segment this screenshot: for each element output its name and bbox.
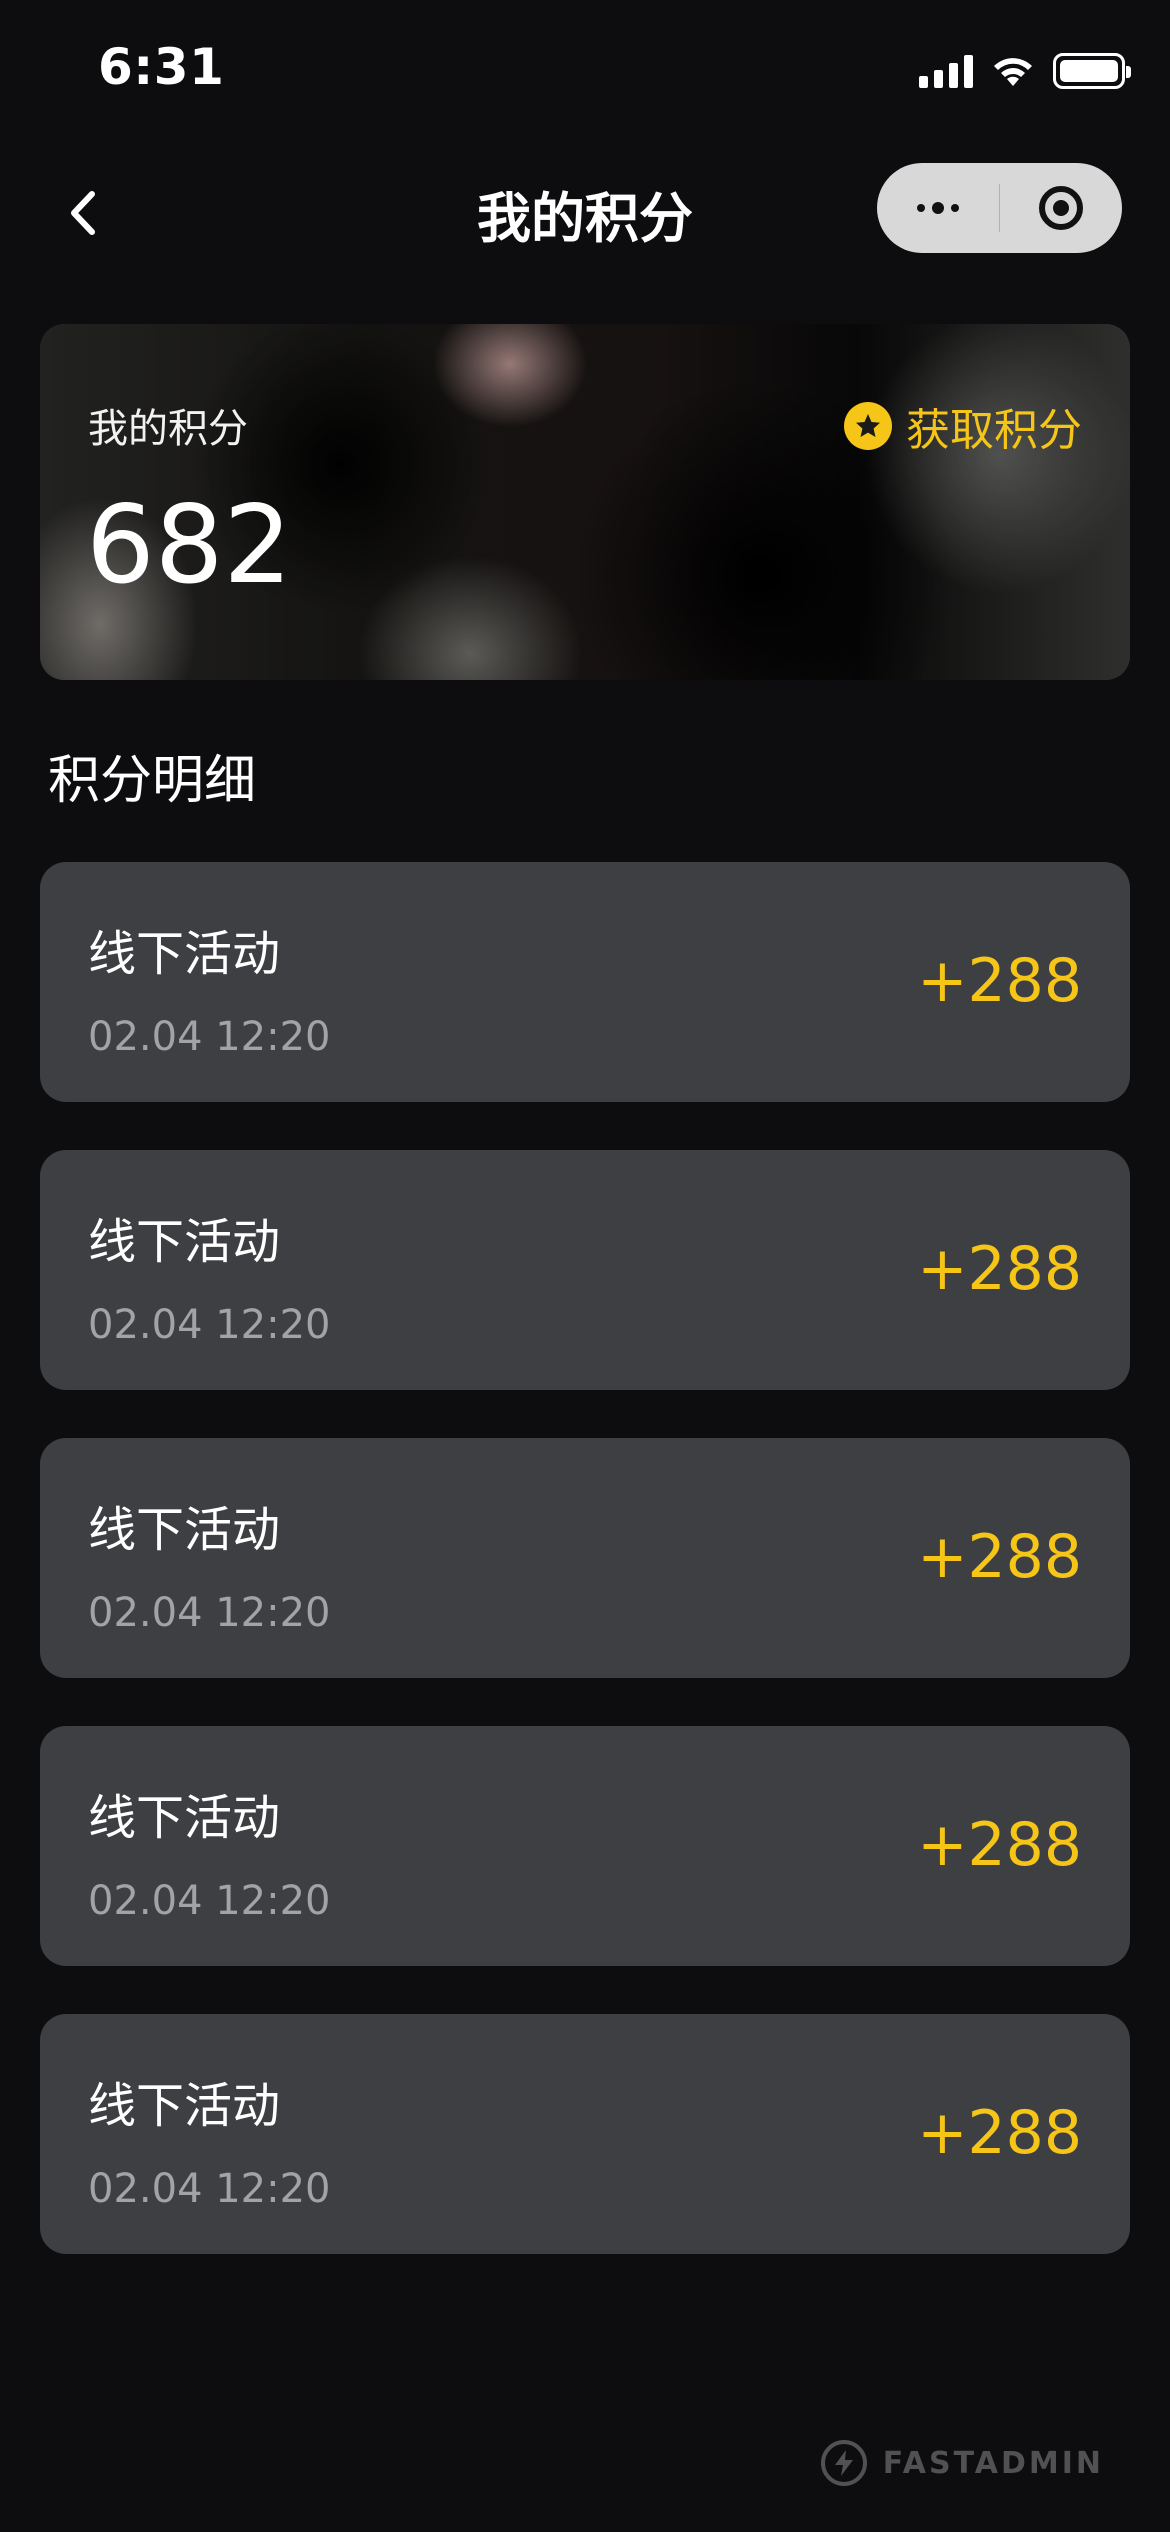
points-balance: 682: [86, 483, 293, 608]
record-points: +288: [917, 2098, 1082, 2168]
record-points: +288: [917, 1810, 1082, 1880]
mini-program-capsule: [877, 163, 1122, 253]
wifi-icon: [994, 58, 1032, 86]
list-item[interactable]: 线下活动 02.04 12:20 +288: [40, 2014, 1130, 2254]
record-title: 线下活动: [88, 1502, 281, 1558]
battery-icon: [1053, 53, 1131, 89]
record-time: 02.04 12:20: [88, 2166, 331, 2212]
status-icons: [919, 48, 1131, 94]
record-title: 线下活动: [88, 1790, 281, 1846]
record-title: 线下活动: [88, 2078, 281, 2134]
list-item[interactable]: 线下活动 02.04 12:20 +288: [40, 1726, 1130, 1966]
record-time: 02.04 12:20: [88, 1014, 331, 1060]
list-item[interactable]: 线下活动 02.04 12:20 +288: [40, 862, 1130, 1102]
record-points: +288: [917, 946, 1082, 1016]
list-item[interactable]: 线下活动 02.04 12:20 +288: [40, 1438, 1130, 1678]
record-title: 线下活动: [88, 926, 281, 982]
star-badge-icon: [844, 402, 892, 450]
more-dots-icon: [916, 202, 959, 214]
cellular-signal-icon: [919, 54, 973, 88]
record-time: 02.04 12:20: [88, 1878, 331, 1924]
record-time: 02.04 12:20: [88, 1302, 331, 1348]
points-screen: 6:31 我的积分 我的积分 682 获取积分 积分明细 线下活动 02.04 …: [0, 0, 1170, 2532]
status-bar: 6:31: [0, 0, 1170, 140]
points-detail-heading: 积分明细: [48, 751, 257, 811]
points-record-list: 线下活动 02.04 12:20 +288 线下活动 02.04 12:20 +…: [40, 862, 1130, 2302]
watermark-text: FASTADMIN: [882, 2445, 1104, 2481]
watermark: FASTADMIN: [820, 2440, 1104, 2486]
record-points: +288: [917, 1234, 1082, 1304]
points-label: 我的积分: [88, 406, 248, 452]
record-time: 02.04 12:20: [88, 1590, 331, 1636]
record-title: 线下活动: [88, 1214, 281, 1270]
earn-points-link[interactable]: 获取积分: [844, 394, 1082, 458]
earn-points-label: 获取积分: [906, 405, 1082, 456]
list-item[interactable]: 线下活动 02.04 12:20 +288: [40, 1150, 1130, 1390]
nav-bar: 我的积分: [0, 150, 1170, 270]
target-circle-icon: [1039, 186, 1084, 230]
points-summary-card: 我的积分 682 获取积分: [40, 324, 1130, 680]
close-mini-program-button[interactable]: [1000, 163, 1122, 253]
record-points: +288: [917, 1522, 1082, 1592]
status-time: 6:31: [98, 38, 225, 96]
more-button[interactable]: [877, 163, 999, 253]
lightning-bolt-icon: [820, 2440, 867, 2486]
